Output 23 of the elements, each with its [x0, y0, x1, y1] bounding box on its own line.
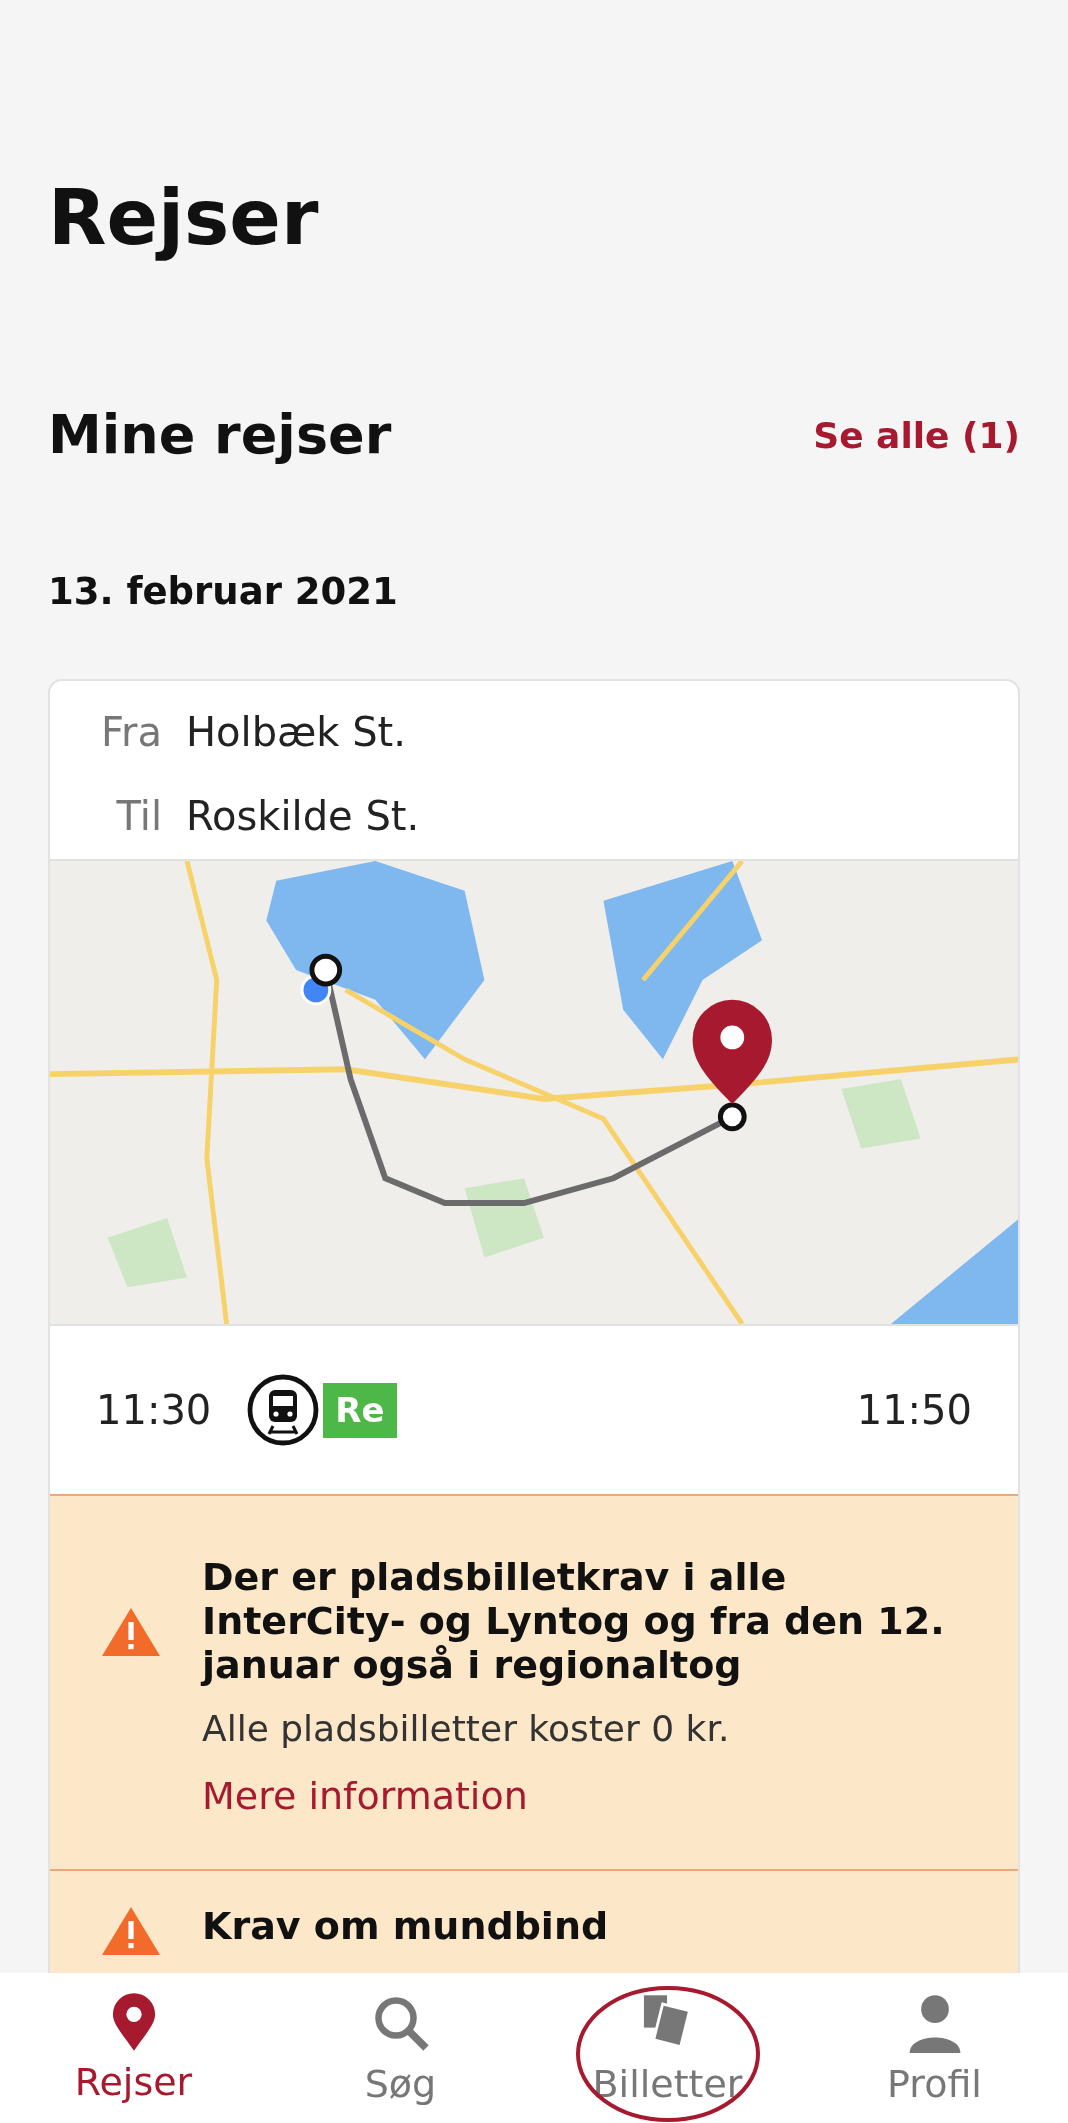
to-label: Til: [115, 792, 162, 842]
notice-text: Alle pladsbilletter koster 0 kr.: [202, 1706, 731, 1751]
page-title: Rejser: [48, 172, 320, 264]
train-icon: [247, 1374, 320, 1447]
journey-card[interactable]: [48, 679, 1020, 1973]
from-station: Holbæk St.: [186, 708, 406, 758]
arrival-time: 11:50: [856, 1386, 972, 1436]
nav-tab[interactable]: Billetter: [592, 1973, 743, 2123]
more-info-link[interactable]: Mere information: [202, 1767, 968, 1825]
journey-date: 13. februar 2021: [48, 569, 399, 615]
notice-title: Der er pladsbilletkrav i alle InterCity- og Lyntog og fra den 12. januar også i regionaltog: [202, 1556, 946, 1688]
notice-title: Krav om mundbind: [202, 1904, 610, 1949]
nav-tab[interactable]: Rejser: [74, 1973, 193, 2123]
to-station: Roskilde St.: [186, 792, 420, 842]
train-type-badge: Re: [323, 1383, 397, 1438]
see-all-link[interactable]: Se alle (1): [813, 408, 1020, 463]
departure-time: 11:30: [96, 1386, 212, 1436]
nav-tab[interactable]: Profil: [887, 1973, 982, 2123]
from-label: Fra: [99, 708, 162, 758]
section-title: Mine rejser: [48, 403, 392, 468]
nav-tab[interactable]: Søg: [364, 1973, 437, 2123]
warning-icon: [100, 1606, 162, 1659]
location-pin-icon: [110, 1993, 157, 2051]
